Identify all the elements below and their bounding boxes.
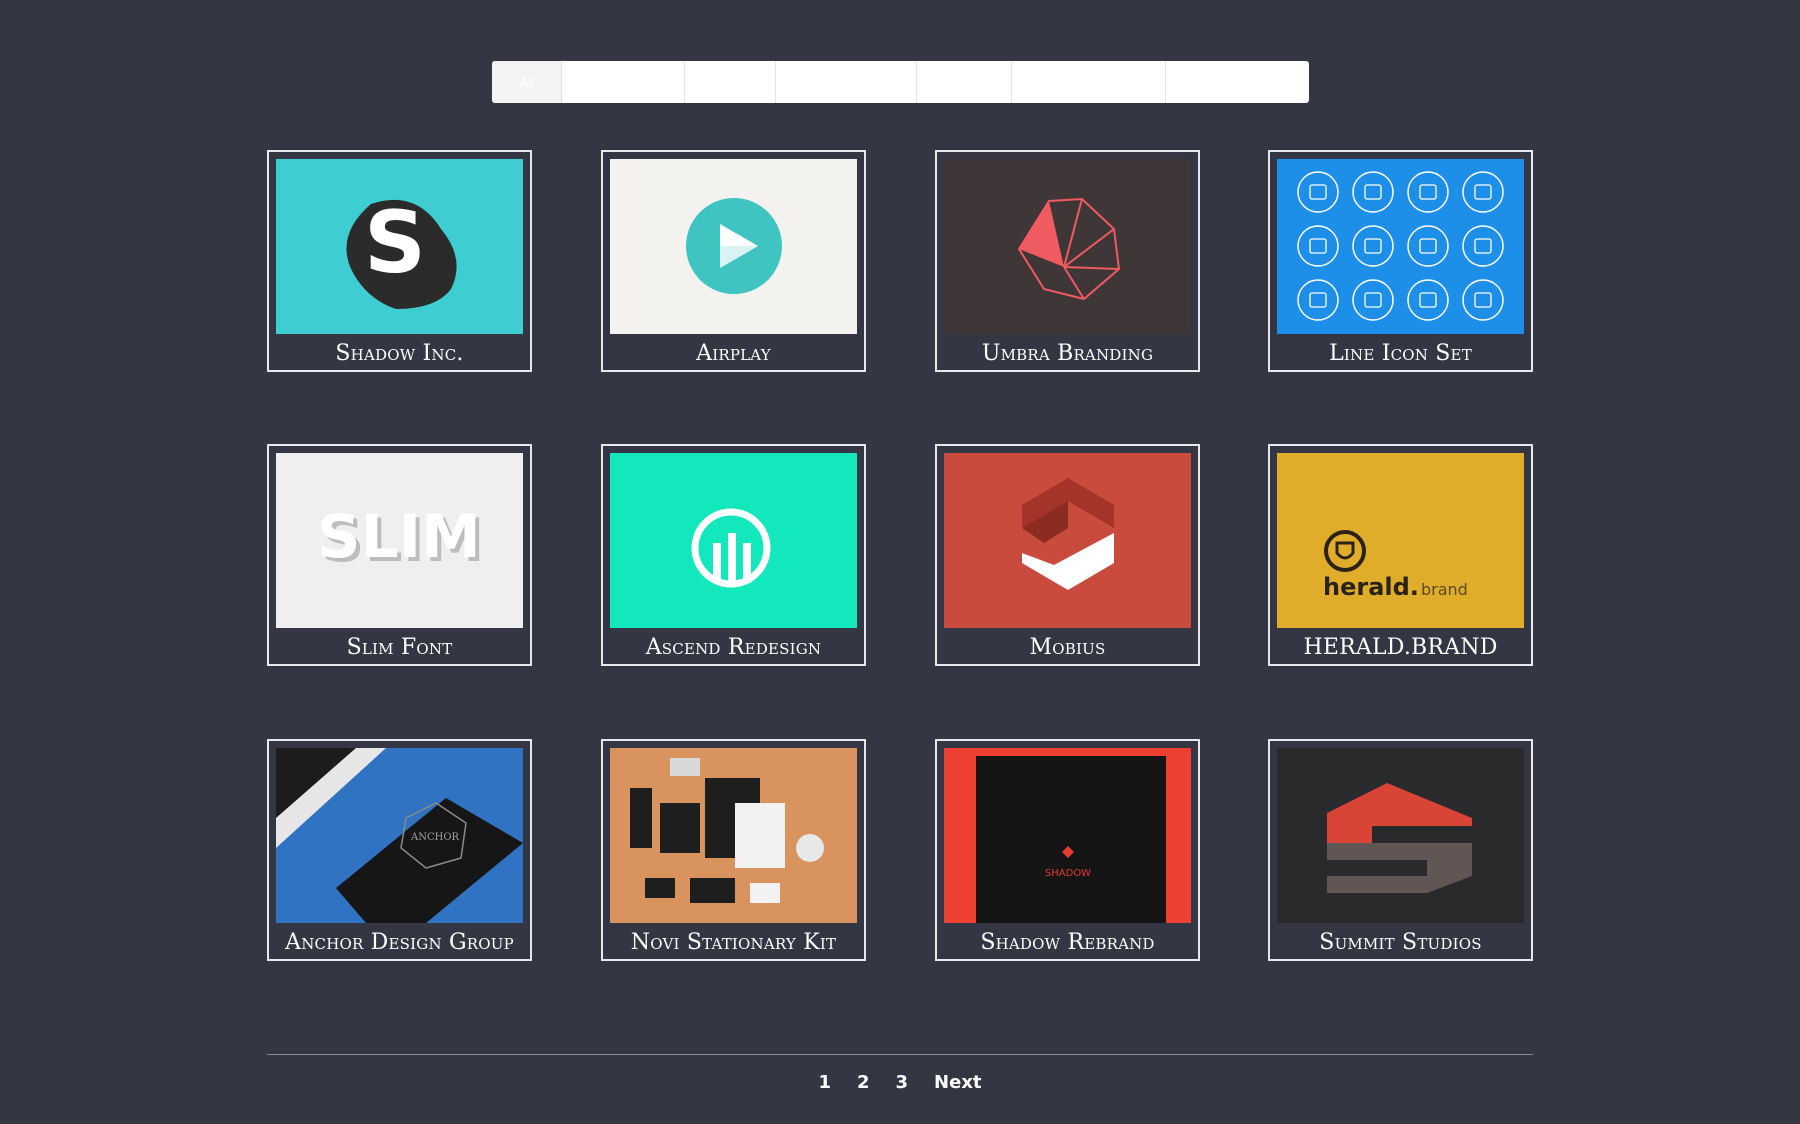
umbra-polyhedron-image bbox=[944, 159, 1191, 334]
project-thumbnail[interactable]: SLIM SLIM bbox=[276, 453, 523, 628]
filter-tab[interactable] bbox=[917, 61, 1012, 103]
filter-tab[interactable] bbox=[685, 61, 776, 103]
pagination: 1 2 3 Next bbox=[0, 1070, 1800, 1095]
project-card-umbra-branding[interactable]: Umbra Branding bbox=[935, 150, 1200, 372]
filter-tab[interactable] bbox=[776, 61, 917, 103]
project-thumbnail[interactable] bbox=[1277, 159, 1524, 334]
summit-s-logo-image bbox=[1277, 748, 1524, 923]
page-link-2[interactable]: 2 bbox=[851, 1070, 876, 1095]
page-link-3[interactable]: 3 bbox=[890, 1070, 915, 1095]
project-thumbnail[interactable] bbox=[610, 748, 857, 923]
filter-tab-all[interactable]: All bbox=[492, 61, 562, 103]
project-title: Shadow Inc. bbox=[276, 334, 523, 370]
project-card-summit-studios[interactable]: Summit Studios bbox=[1268, 739, 1533, 961]
svg-text:ANCHOR: ANCHOR bbox=[410, 832, 460, 843]
project-title: Umbra Branding bbox=[944, 334, 1191, 370]
project-title: Novi Stationary Kit bbox=[610, 923, 857, 959]
next-page-link[interactable]: Next bbox=[928, 1070, 988, 1095]
project-card-novi-stationary-kit[interactable]: Novi Stationary Kit bbox=[601, 739, 866, 961]
project-card-shadow-inc[interactable]: S Shadow Inc. bbox=[267, 150, 532, 372]
project-card-airplay[interactable]: Airplay bbox=[601, 150, 866, 372]
anchor-business-cards-image: ANCHOR bbox=[276, 748, 523, 923]
project-thumbnail[interactable] bbox=[944, 159, 1191, 334]
slim-font-image: SLIM SLIM bbox=[276, 453, 523, 628]
project-card-line-icon-set[interactable]: Line Icon Set bbox=[1268, 150, 1533, 372]
svg-text:brand: brand bbox=[1421, 580, 1468, 599]
svg-text:SLIM: SLIM bbox=[317, 502, 480, 572]
shadow-s-logo-image: S bbox=[276, 159, 523, 334]
project-title: Airplay bbox=[610, 334, 857, 370]
project-title: Shadow Rebrand bbox=[944, 923, 1191, 959]
svg-text:S: S bbox=[364, 193, 426, 293]
project-thumbnail[interactable]: herald. brand bbox=[1277, 453, 1524, 628]
project-card-slim-font[interactable]: SLIM SLIM Slim Font bbox=[267, 444, 532, 666]
filter-tab[interactable] bbox=[1012, 61, 1166, 103]
project-title: Summit Studios bbox=[1277, 923, 1524, 959]
airplay-logo-image bbox=[610, 159, 857, 334]
project-card-shadow-rebrand[interactable]: SHADOW Shadow Rebrand bbox=[935, 739, 1200, 961]
project-card-mobius[interactable]: Mobius bbox=[935, 444, 1200, 666]
filter-tab[interactable] bbox=[1166, 61, 1309, 103]
project-card-herald-brand[interactable]: herald. brand HERALD.BRAND bbox=[1268, 444, 1533, 666]
project-title: Slim Font bbox=[276, 628, 523, 664]
project-title: Line Icon Set bbox=[1277, 334, 1524, 370]
project-title: Anchor Design Group bbox=[276, 923, 523, 959]
project-thumbnail[interactable]: ANCHOR bbox=[276, 748, 523, 923]
shadow-notebook-image: SHADOW bbox=[944, 748, 1191, 923]
filter-tab[interactable] bbox=[562, 61, 685, 103]
page-link-1[interactable]: 1 bbox=[812, 1070, 837, 1095]
herald-brand-image: herald. brand bbox=[1277, 453, 1524, 628]
project-thumbnail[interactable] bbox=[610, 453, 857, 628]
category-filter-bar: All bbox=[492, 61, 1309, 103]
project-thumbnail[interactable]: SHADOW bbox=[944, 748, 1191, 923]
ascend-logo-image bbox=[610, 453, 857, 628]
project-title: Ascend Redesign bbox=[610, 628, 857, 664]
project-card-ascend-redesign[interactable]: Ascend Redesign bbox=[601, 444, 866, 666]
project-title: HERALD.BRAND bbox=[1277, 628, 1524, 664]
project-card-anchor-design-group[interactable]: ANCHOR Anchor Design Group bbox=[267, 739, 532, 961]
pagination-divider bbox=[267, 1054, 1533, 1055]
stationary-kit-flatlay-image bbox=[610, 748, 857, 923]
project-thumbnail[interactable] bbox=[610, 159, 857, 334]
svg-text:SHADOW: SHADOW bbox=[1045, 868, 1091, 879]
project-thumbnail[interactable] bbox=[944, 453, 1191, 628]
svg-text:herald.: herald. bbox=[1323, 573, 1419, 601]
line-icons-grid-image bbox=[1277, 159, 1524, 334]
mobius-logo-image bbox=[944, 453, 1191, 628]
project-thumbnail[interactable] bbox=[1277, 748, 1524, 923]
project-thumbnail[interactable]: S bbox=[276, 159, 523, 334]
project-title: Mobius bbox=[944, 628, 1191, 664]
